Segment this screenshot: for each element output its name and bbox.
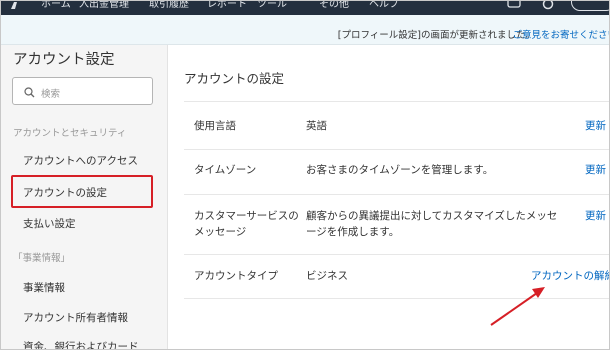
app-window: ホーム 入出金管理 取引履歴 レポート ツール その他 ヘルプ [プロフィール設… bbox=[0, 0, 610, 350]
arrow-annotation-icon bbox=[490, 287, 545, 326]
